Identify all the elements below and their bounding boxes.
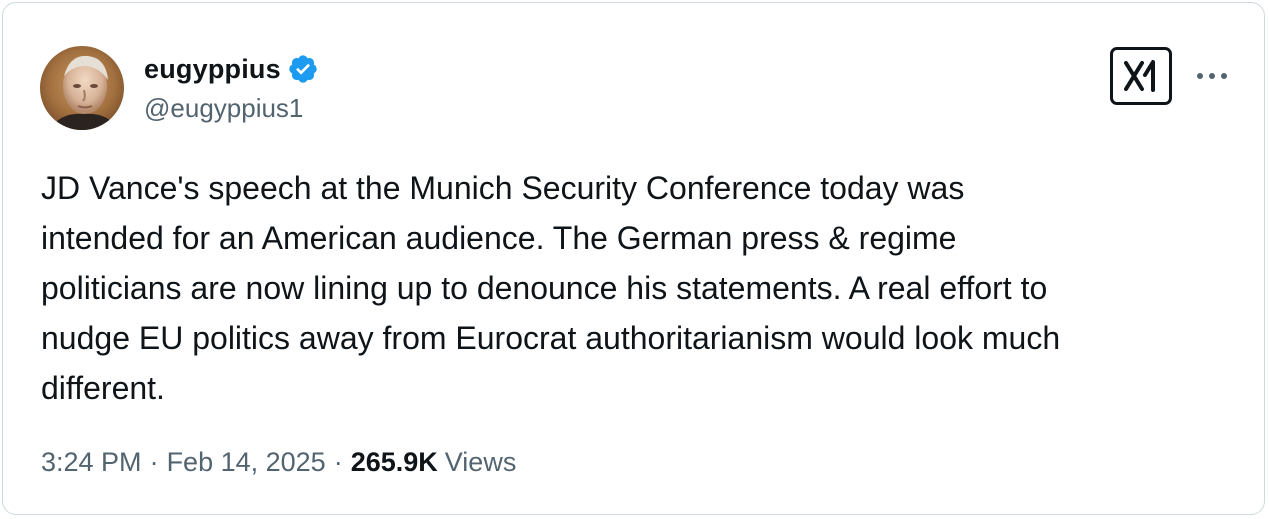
tweet-text: JD Vance's speech at the Munich Security… bbox=[41, 163, 1236, 413]
tweet-card: eugyppius @eugyppius1 JD Vance's speech … bbox=[2, 2, 1265, 515]
author-name-row: eugyppius bbox=[144, 51, 319, 87]
avatar[interactable] bbox=[40, 46, 124, 130]
x-logo-icon[interactable] bbox=[1110, 47, 1172, 105]
more-options-button[interactable] bbox=[1192, 61, 1232, 91]
views-count[interactable]: 265.9K bbox=[351, 447, 438, 478]
views-label: Views bbox=[444, 447, 517, 477]
more-options-icon bbox=[1197, 73, 1227, 79]
x-logo-glyph bbox=[1124, 60, 1155, 92]
tweet-time[interactable]: 3:24 PM bbox=[41, 447, 142, 478]
tweet-date[interactable]: Feb 14, 2025 bbox=[167, 447, 326, 478]
tweet-text-line: JD Vance's speech at the Munich Security… bbox=[41, 170, 965, 206]
tweet-meta: 3:24 PM · Feb 14, 2025 · 265.9K Views bbox=[41, 447, 516, 478]
meta-separator: · bbox=[333, 447, 343, 477]
verified-badge-icon bbox=[289, 55, 317, 83]
meta-separator: · bbox=[149, 447, 159, 477]
avatar-image bbox=[40, 46, 124, 130]
tweet-text-line: politicians are now lining up to denounc… bbox=[41, 270, 1048, 306]
tweet-text-line: different. bbox=[41, 370, 165, 406]
author-display-name[interactable]: eugyppius bbox=[144, 54, 281, 85]
author-handle[interactable]: @eugyppius1 bbox=[144, 93, 303, 124]
tweet-text-line: nudge EU politics away from Eurocrat aut… bbox=[41, 320, 1061, 356]
tweet-text-line: intended for an American audience. The G… bbox=[41, 220, 957, 256]
